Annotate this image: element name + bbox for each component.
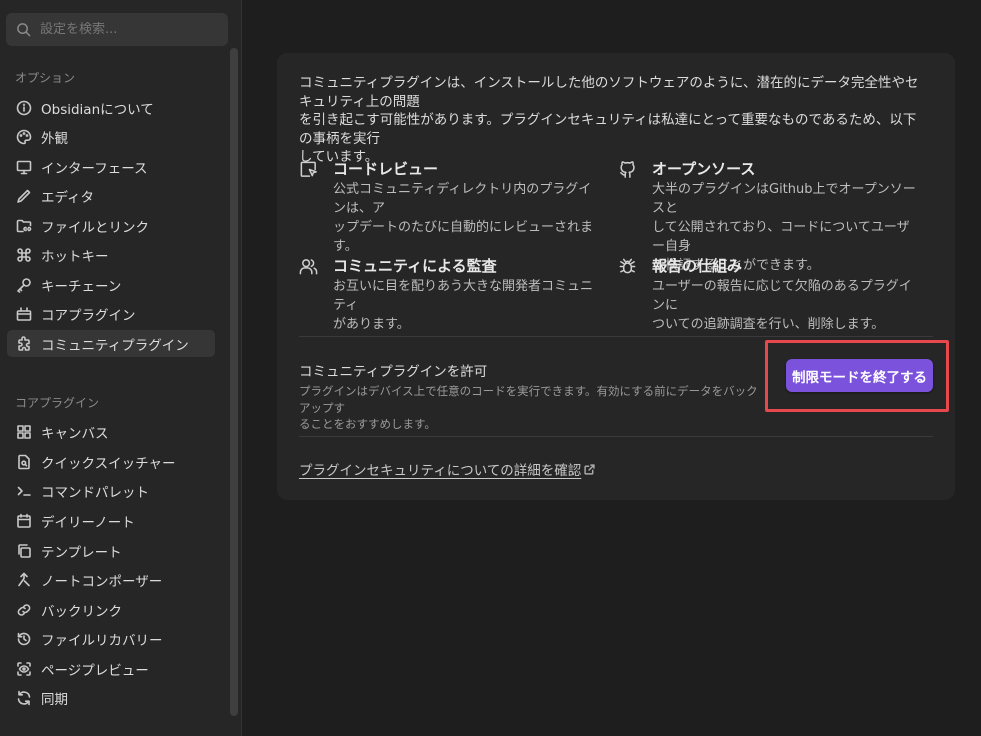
options-section-title: オプション [15,71,76,85]
sidebar-item-label: クイックスイッチャー [41,455,176,472]
feature-desc-line: があります。 [333,317,410,332]
feature-desc-line: お互いに目を配りあう大きな開発者コミュニティ [333,279,594,313]
merge-icon [18,572,30,586]
feature-desc-line: ユーザーの報告に応じて欠陥のあるプラグインに [652,279,912,313]
history-icon [17,632,31,645]
copy-icon [18,543,31,558]
sidebar-item-appearance[interactable]: 外観 [7,123,215,150]
search-box[interactable] [6,13,228,46]
divider [299,336,933,337]
puzzle-icon [18,335,30,351]
sidebar-item-label: ファイルとリンク [41,219,149,236]
intro-line: コミュニティプラグインは、インストールした他のソフトウェアのように、潜在的にデー… [299,75,919,110]
file-search-icon [18,454,30,469]
feature-desc-line: 公式コミュニティディレクトリ内のプラグインは、ア [333,182,592,216]
sidebar-item-files-links[interactable]: ファイルとリンク [7,212,215,239]
scan-eye-icon [17,661,31,676]
sidebar-item-sync[interactable]: 同期 [7,684,215,711]
sidebar-item-page-preview[interactable]: ページプレビュー [7,655,215,682]
learn-more-link-text[interactable]: プラグインセキュリティについての詳細を確認 [299,459,581,479]
setting-description: プラグインはデバイス上で任意のコードを実行できます。有効にする前にデータをバック… [299,383,769,433]
intro-text: コミュニティプラグインは、インストールした他のソフトウェアのように、潜在的にデー… [299,74,929,167]
sidebar-item-label: バックリンク [41,603,122,620]
refresh-icon [17,690,31,705]
feature-title: コードレビュー [333,160,439,178]
sidebar-item-label: ホットキー [41,248,109,265]
setting-desc-line: プラグインはデバイス上で任意のコードを実行できます。有効にする前にデータをバック… [299,384,758,415]
sidebar-item-label: コアプラグイン [41,307,136,324]
key-icon [17,277,31,293]
sidebar-item-label: インターフェース [41,160,148,177]
sidebar-scrollbar[interactable] [230,48,238,716]
monitor-icon [16,160,32,174]
core-section-title: コアプラグイン [15,396,100,410]
command-icon [17,247,31,262]
feature-title: 報告の仕組み [652,257,743,275]
sidebar-item-community-plugins[interactable]: コミュニティプラグイン [7,330,215,357]
feature-title: オープンソース [652,160,756,178]
sidebar-item-keychain[interactable]: キーチェーン [7,271,215,298]
sidebar-item-label: コミュニティプラグイン [41,337,189,354]
intro-line: を引き起こす可能性があります。プラグインセキュリティは私達にとって重要なものであ… [299,112,917,147]
sidebar-item-label: デイリーノート [41,514,135,531]
github-icon [620,161,635,178]
layout-grid-icon [17,424,31,439]
divider [299,436,933,437]
sidebar-item-editor[interactable]: エディタ [7,182,215,209]
folder-link-icon [16,219,32,232]
learn-more-link[interactable]: プラグインセキュリティについての詳細を確認 [299,459,595,479]
sidebar-item-note-composer[interactable]: ノートコンポーザー [7,566,215,593]
sidebar-item-label: 同期 [41,691,68,708]
sidebar-item-about[interactable]: Obsidianについて [7,94,215,121]
feature-desc-line: ップデートのたびに自動的にレビューされます。 [333,220,594,254]
plugin-security-card: コミュニティプラグインは、インストールした他のソフトウェアのように、潜在的にデー… [277,53,955,500]
feature-desc-line: して公開されており、コードについてユーザー自身 [652,220,910,254]
sidebar-item-file-recovery[interactable]: ファイルリカバリー [7,625,215,652]
sidebar-item-label: キーチェーン [41,278,122,295]
sidebar-item-core-plugins[interactable]: コアプラグイン [7,300,215,327]
sidebar-item-label: Obsidianについて [41,101,154,118]
sidebar-item-hotkeys[interactable]: ホットキー [7,241,215,268]
feature-title: コミュニティによる監査 [333,257,497,275]
sidebar-item-templates[interactable]: テンプレート [7,537,215,564]
search-icon [17,23,31,37]
settings-sidebar: オプション Obsidianについて 外観 インターフェース エディタ ファイル… [0,0,242,736]
feature-desc-line: ついての追跡調査を行い、削除します。 [652,317,885,332]
feature-desc-line: 大半のプラグインはGithub上でオープンソースと [652,182,916,216]
sidebar-item-label: ページプレビュー [41,662,149,679]
sidebar-item-backlinks[interactable]: バックリンク [7,596,215,623]
users-icon [299,259,318,275]
settings-window: オプション Obsidianについて 外観 インターフェース エディタ ファイル… [0,0,981,736]
search-input[interactable] [40,22,220,37]
sidebar-item-canvas[interactable]: キャンバス [7,418,215,445]
feature-description: お互いに目を配りあう大きな開発者コミュニティ があります。 [333,277,598,334]
bug-icon [619,258,636,274]
sidebar-item-label: エディタ [41,189,95,206]
sidebar-item-label: コマンドパレット [41,484,149,501]
turn-off-restricted-mode-button[interactable]: 制限モードを終了する [786,359,933,392]
pencil-icon [17,189,31,203]
sidebar-item-command-palette[interactable]: コマンドパレット [7,477,215,504]
setting-desc-line: ることをおすすめします。 [299,417,436,431]
link-icon [17,603,31,616]
sidebar-item-label: テンプレート [41,544,122,561]
sidebar-item-interface[interactable]: インターフェース [7,153,215,180]
code-review-icon [300,161,317,177]
terminal-icon [17,486,31,496]
sidebar-item-label: 外観 [41,130,68,147]
sidebar-item-quick-switcher[interactable]: クイックスイッチャー [7,448,215,475]
sidebar-item-label: キャンバス [41,425,109,442]
external-link-icon [584,463,595,475]
setting-name: コミュニティプラグインを許可 [299,364,488,380]
calendar-icon [17,513,31,528]
feature-description: ユーザーの報告に応じて欠陥のあるプラグインに ついての追跡調査を行い、削除します… [652,277,917,334]
feature-description: 公式コミュニティディレクトリ内のプラグインは、ア ップデートのたびに自動的にレビ… [333,180,598,256]
sidebar-item-daily-notes[interactable]: デイリーノート [7,507,215,534]
plug-box-icon [16,306,32,321]
palette-icon [16,129,32,144]
sidebar-item-label: ノートコンポーザー [41,573,163,590]
info-icon [16,100,32,115]
sidebar-item-label: ファイルリカバリー [41,632,163,649]
